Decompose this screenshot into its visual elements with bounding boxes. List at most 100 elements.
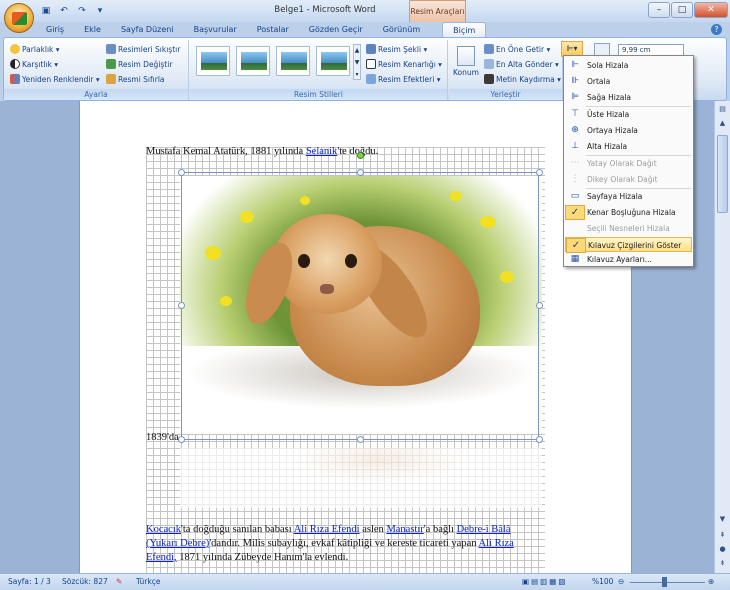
document-page[interactable]: Mustafa Kemal Atatürk, 1881 yılında Sela… [79, 101, 632, 573]
resize-handle-r[interactable] [536, 302, 543, 309]
window-title: Belge1 - Microsoft Word [274, 5, 376, 15]
compress-pictures-button[interactable]: Resimleri Sıkıştır [106, 43, 180, 56]
style-thumb-3[interactable] [276, 46, 310, 76]
resize-handle-bl[interactable] [178, 436, 185, 443]
tab-gozden-gecir[interactable]: Gözden Geçir [299, 22, 373, 37]
resize-handle-br[interactable] [536, 436, 543, 443]
paragraph-line-1[interactable]: Mustafa Kemal Atatürk, 1881 yılında Sela… [146, 146, 378, 157]
gallery-scroll[interactable]: ▲ ▼ ▾ [353, 44, 361, 80]
group-label-yerlestir: Yerleştir [449, 89, 562, 100]
position-button[interactable]: Konum [451, 44, 481, 86]
paragraph-line-4[interactable]: Efendi, 1871 yılında Zübeyde Hanım'la ev… [146, 552, 348, 563]
close-button[interactable]: ✕ [694, 2, 728, 18]
picture-effects-button[interactable]: Resim Efektleri ▾ [366, 73, 440, 86]
tab-gorunum[interactable]: Görünüm [373, 22, 430, 37]
link-selanik[interactable]: Selanik [306, 146, 338, 157]
zoom-slider-thumb[interactable] [662, 577, 667, 587]
menu-item-distribute-vertical: ⋮ Dikey Olarak Dağıt [565, 172, 692, 187]
bring-to-front-button[interactable]: En Öne Getir ▾ [484, 43, 550, 56]
tab-giris[interactable]: Giriş [36, 22, 74, 37]
maximize-button[interactable]: □ [671, 2, 693, 18]
menu-item-align-middle[interactable]: ⊕ Ortaya Hizala [565, 123, 692, 138]
status-bar: Sayfa: 1 / 3 Sözcük: 827 ✎ Türkçe ▣▤▥▦▧ … [0, 573, 730, 590]
resize-handle-b[interactable] [357, 436, 364, 443]
zoom-slider[interactable] [630, 582, 705, 583]
paragraph-line-2[interactable]: Kocacık'ta doğduğu sanılan babası Ali Rı… [146, 524, 511, 535]
send-to-back-button[interactable]: En Alta Gönder ▾ [484, 58, 559, 71]
menu-item-align-top[interactable]: ⊤ Üste Hizala [565, 107, 692, 122]
paragraph-1839[interactable]: 1839'da [146, 432, 179, 443]
resize-handle-t[interactable] [357, 169, 364, 176]
picture-shape-button[interactable]: Resim Şekli ▾ [366, 43, 427, 56]
menu-item-show-gridlines[interactable]: ✓ Kılavuz Çizgilerini Göster [565, 237, 692, 253]
resize-handle-tr[interactable] [536, 169, 543, 176]
reset-picture-button[interactable]: Resmi Sıfırla [106, 73, 165, 86]
rotate-handle[interactable] [357, 152, 364, 159]
word-window: ▣ ↶ ↷ ▾ Belge1 - Microsoft Word Resim Ar… [0, 0, 730, 590]
style-thumb-2[interactable] [236, 46, 270, 76]
text-wrapping-button[interactable]: Metin Kaydırma ▾ [484, 73, 561, 86]
recolor-button[interactable]: Yeniden Renklendir ▾ [10, 73, 100, 86]
view-buttons[interactable]: ▣▤▥▦▧ [522, 574, 567, 590]
paragraph-line-3[interactable]: (Yukarı Debre)'dandır. Milis subaylığı, … [146, 538, 514, 549]
contrast-button[interactable]: Karşıtlık ▾ [10, 58, 58, 71]
ruler-toggle-icon[interactable]: ▤ [716, 103, 729, 116]
menu-item-align-left[interactable]: ⊩ Sola Hizala [565, 58, 692, 73]
ribbon-tabs: Giriş Ekle Sayfa Düzeni Başvurular Posta… [36, 22, 487, 37]
language[interactable]: Türkçe [136, 574, 160, 590]
align-right-icon: ⊫ [571, 92, 579, 102]
menu-item-distribute-horizontal: ⋯ Yatay Olarak Dağıt [565, 156, 692, 171]
zoom-out-icon[interactable]: ⊖ [618, 574, 624, 590]
resize-handle-l[interactable] [178, 302, 185, 309]
menu-item-align-page[interactable]: ▭ Sayfaya Hizala [565, 189, 692, 204]
align-top-icon: ⊤ [571, 109, 579, 119]
menu-item-align-margin[interactable]: ✓ Kenar Boşluğuna Hizala [565, 205, 692, 220]
group-ayarla: Parlaklık ▾ Karşıtlık ▾ Yeniden Renklend… [4, 40, 189, 100]
scroll-up-icon[interactable]: ▲ [716, 117, 729, 130]
group-label-resim-stilleri: Resim Stilleri [190, 89, 447, 100]
zoom-in-icon[interactable]: ⊕ [708, 574, 714, 590]
scroll-down-icon[interactable]: ▼ [716, 513, 729, 526]
zoom-level[interactable]: %100 [592, 574, 613, 590]
group-yerlestir: Konum En Öne Getir ▾ En Alta Gönder ▾ Me… [449, 40, 563, 100]
previous-page-icon[interactable]: ⇞ [716, 529, 729, 542]
resize-handle-tl[interactable] [178, 169, 185, 176]
menu-item-align-center[interactable]: ⊪ Ortala [565, 74, 692, 89]
picture-border-button[interactable]: Resim Kenarlığı ▾ [366, 58, 442, 71]
scroll-thumb[interactable] [717, 135, 728, 213]
pen-icon [366, 59, 376, 69]
undo-icon[interactable]: ↶ [58, 5, 70, 17]
tab-postalar[interactable]: Postalar [247, 22, 299, 37]
browse-object-icon[interactable]: ● [716, 543, 729, 556]
minimize-button[interactable]: – [648, 2, 670, 18]
effects-icon [366, 74, 376, 84]
page-count[interactable]: Sayfa: 1 / 3 [8, 574, 51, 590]
menu-item-align-right[interactable]: ⊫ Sağa Hizala [565, 90, 692, 105]
tab-ekle[interactable]: Ekle [74, 22, 111, 37]
customize-icon[interactable]: ▾ [94, 5, 106, 17]
menu-item-align-selected: Seçili Nesneleri Hizala [587, 224, 670, 233]
office-button[interactable] [4, 3, 34, 33]
menu-item-grid-settings[interactable]: ▦ Kılavuz Ayarları... [565, 252, 692, 267]
bring-front-icon [484, 44, 494, 54]
tab-bicim[interactable]: Biçim [442, 22, 487, 37]
office-logo-icon [12, 12, 27, 25]
word-count[interactable]: Sözcük: 827 [62, 574, 108, 590]
proofing-icon[interactable]: ✎ [116, 574, 122, 590]
help-icon[interactable]: ? [711, 24, 722, 35]
style-thumb-4[interactable] [316, 46, 350, 76]
vertical-scrollbar[interactable]: ▤ ▲ ▼ ⇞ ● ⇟ [714, 101, 730, 573]
grid-settings-icon: ▦ [570, 254, 580, 264]
distribute-horizontal-icon: ⋯ [570, 158, 580, 168]
picture-reflection [180, 448, 542, 508]
next-page-icon[interactable]: ⇟ [716, 557, 729, 570]
compress-icon [106, 44, 116, 54]
style-thumb-1[interactable] [196, 46, 230, 76]
menu-item-align-bottom[interactable]: ⊥ Alta Hizala [565, 139, 692, 154]
redo-icon[interactable]: ↷ [76, 5, 88, 17]
save-icon[interactable]: ▣ [40, 5, 52, 17]
change-picture-button[interactable]: Resim Değiştir [106, 58, 172, 71]
brightness-button[interactable]: Parlaklık ▾ [10, 43, 60, 56]
tab-sayfa-duzeni[interactable]: Sayfa Düzeni [111, 22, 184, 37]
tab-basvurular[interactable]: Başvurular [184, 22, 247, 37]
